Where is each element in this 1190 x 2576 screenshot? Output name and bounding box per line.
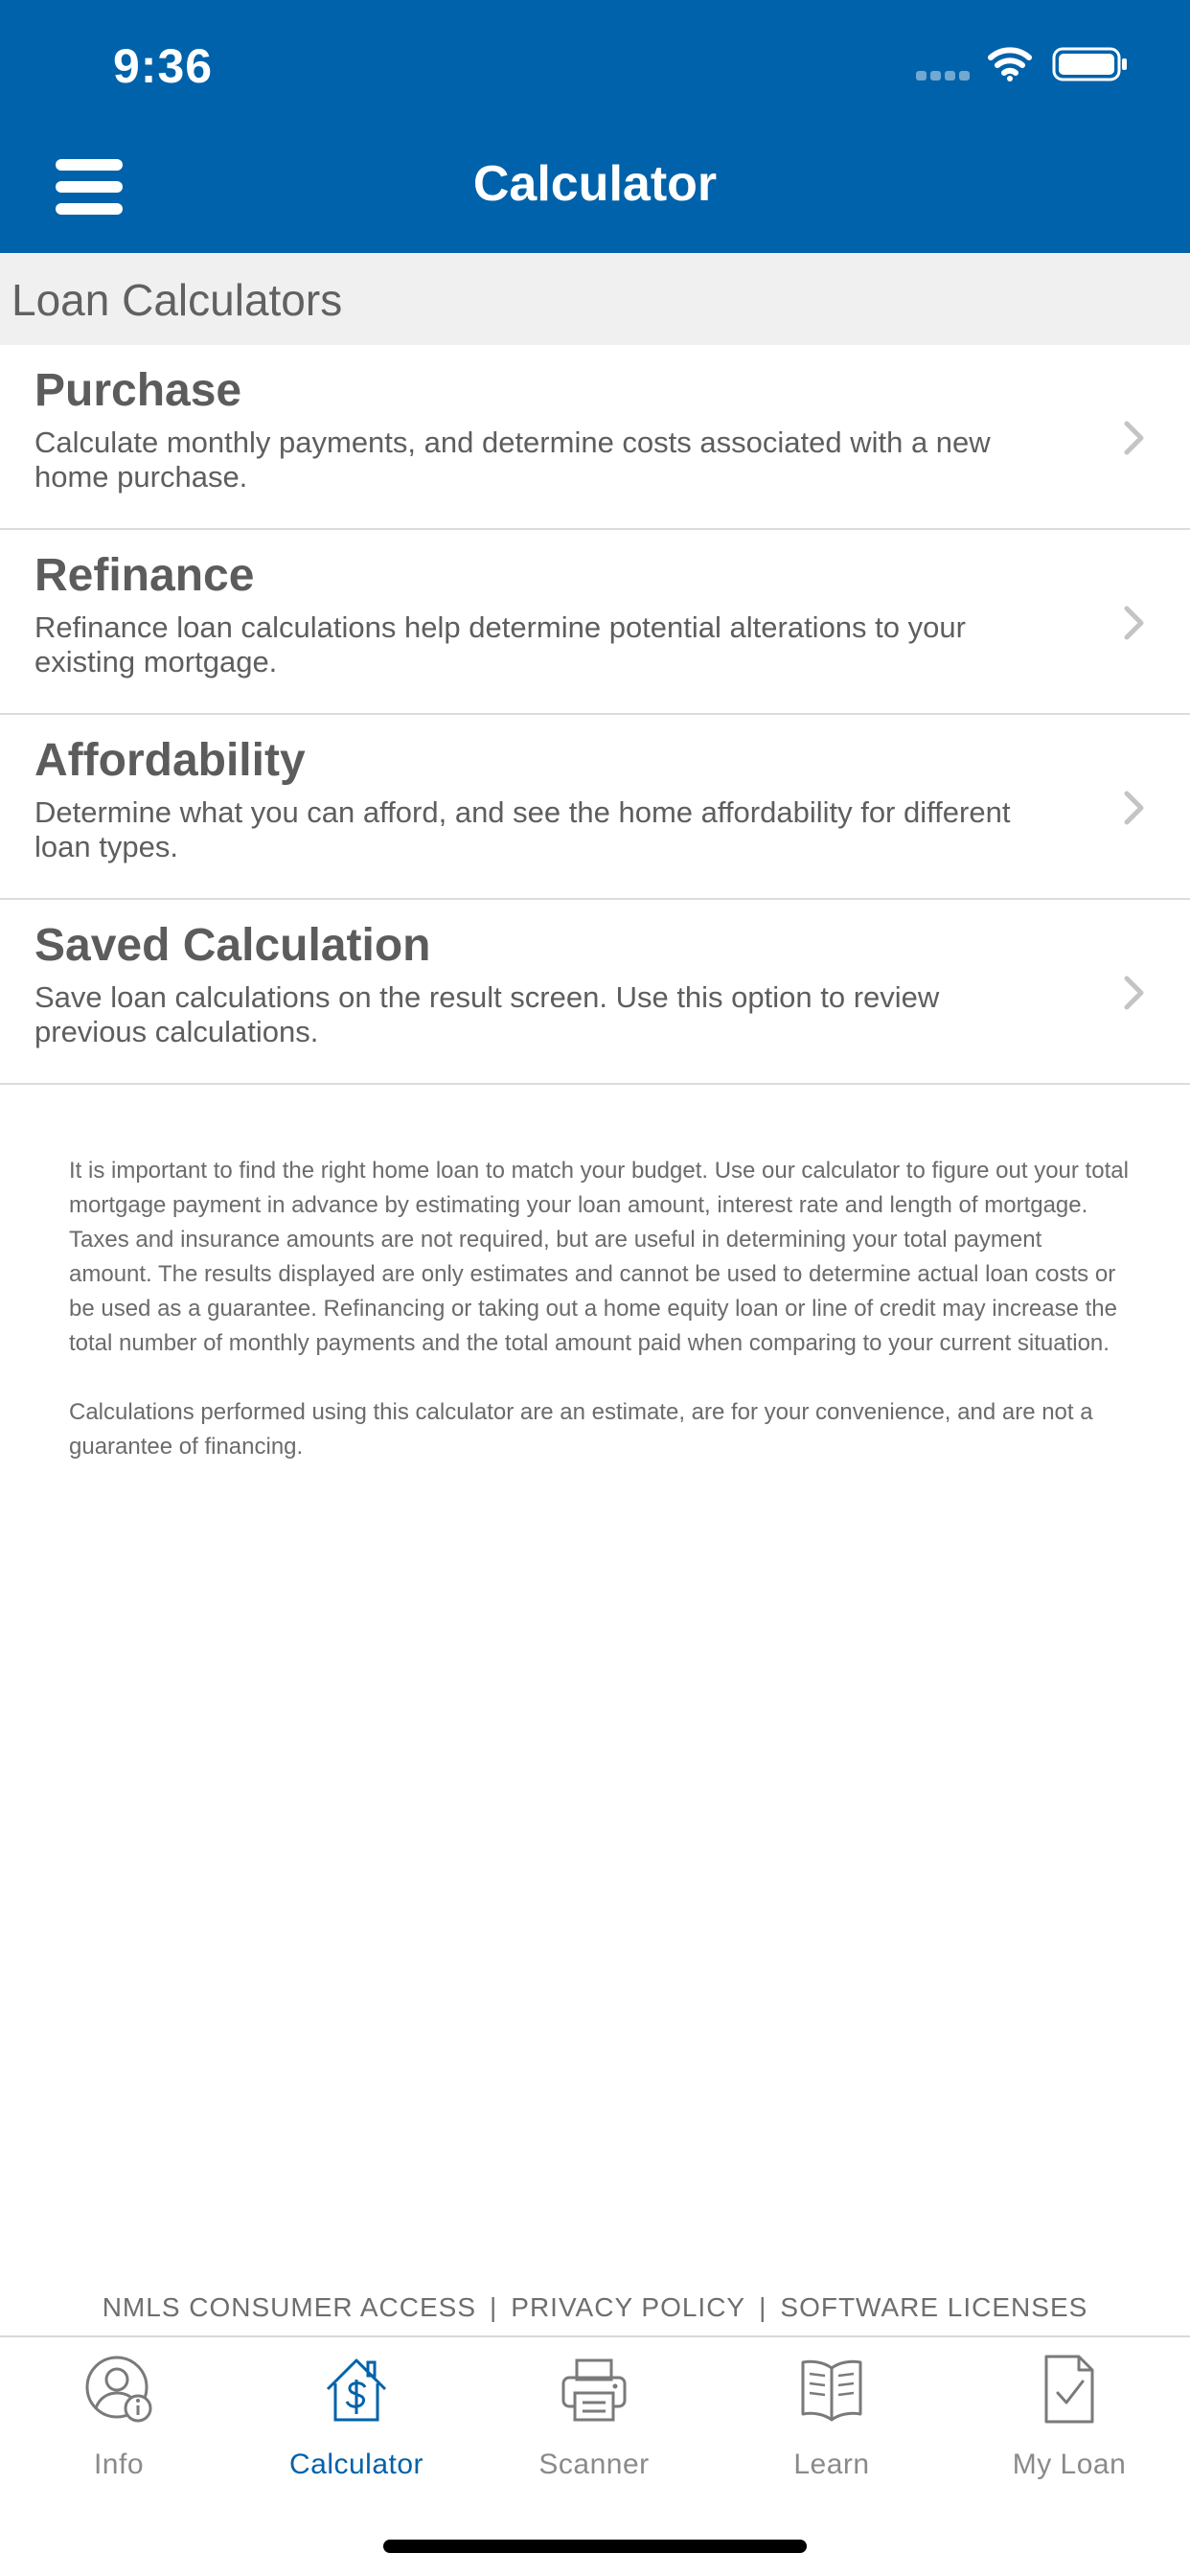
info-user-icon [85,2356,152,2423]
calculator-item-saved-calculation[interactable]: Saved Calculation Save loan calculations… [0,900,1190,1085]
section-header: Loan Calculators [0,253,1190,345]
footer-links: NMLS CONSUMER ACCESS | PRIVACY POLICY | SOFT… [0,2292,1190,2323]
section-title: Loan Calculators [11,275,343,325]
calculator-list: Purchase Calculate monthly payments, and… [0,345,1190,1085]
item-description: Save loan calculations on the result scr… [34,980,940,1048]
item-description: Refinance loan calculations help determi… [34,610,966,678]
cellular-signal-icon [916,71,970,82]
item-title: Affordability [34,735,306,786]
chevron-right-icon [1124,791,1144,825]
status-time: 9:36 [113,39,214,93]
disclaimer: It is important to find the right home l… [69,1154,1131,1464]
tab-label: Calculator [288,2449,424,2480]
privacy-policy-link[interactable]: PRIVACY POLICY [511,2292,745,2322]
chevron-right-icon [1124,976,1144,1010]
item-title: Refinance [34,550,255,601]
app-header: 9:36 Calculator [0,0,1190,253]
calculator-item-purchase[interactable]: Purchase Calculate monthly payments, and… [0,345,1190,530]
tab-label: Info [93,2449,145,2480]
book-icon [801,2359,862,2422]
battery-icon [1052,47,1127,81]
footer-separator: | [759,2292,767,2322]
item-title: Saved Calculation [34,920,431,971]
calculator-item-affordability[interactable]: Affordability Determine what you can aff… [0,715,1190,900]
wifi-icon [988,47,1032,81]
calculator-item-refinance[interactable]: Refinance Refinance loan calculations he… [0,530,1190,715]
item-title: Purchase [34,365,242,416]
tab-calculator[interactable]: Calculator [238,2355,475,2489]
disclaimer-paragraph: It is important to find the right home l… [69,1158,1129,1356]
disclaimer-paragraph: Calculations performed using this calcul… [69,1399,1093,1460]
tab-label: Scanner [538,2449,650,2480]
item-description: Calculate monthly payments, and determin… [34,426,991,494]
tab-info[interactable]: Info [0,2355,238,2489]
tab-my-loan[interactable]: My Loan [950,2355,1188,2489]
item-description: Determine what you can afford, and see t… [34,795,1011,863]
tab-learn[interactable]: Learn [713,2355,950,2489]
printer-icon [561,2358,627,2422]
home-indicator [383,2540,807,2553]
tab-scanner[interactable]: Scanner [475,2355,713,2489]
page-title: Calculator [472,156,718,212]
house-dollar-icon [326,2358,387,2422]
chevron-right-icon [1124,606,1144,640]
document-check-icon [1044,2355,1094,2424]
nmls-consumer-access-link[interactable]: NMLS CONSUMER ACCESS [103,2292,476,2322]
chevron-right-icon [1124,421,1144,455]
footer-separator: | [490,2292,498,2322]
software-licenses-link[interactable]: SOFTWARE LICENSES [780,2292,1087,2322]
tab-label: My Loan [1012,2449,1127,2480]
tab-label: Learn [793,2449,870,2480]
